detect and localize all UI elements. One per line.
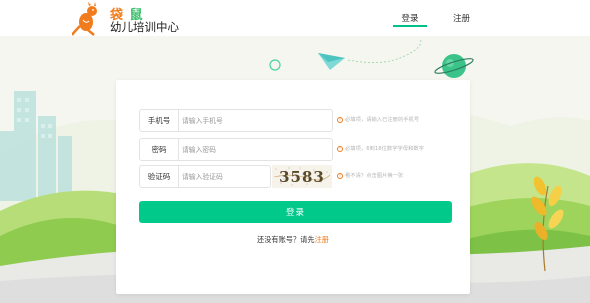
- password-field: 密码: [139, 138, 333, 161]
- phone-input[interactable]: [182, 112, 327, 129]
- captcha-image[interactable]: 3583: [272, 165, 332, 188]
- register-prompt: 还没有账号？请先注册: [257, 235, 329, 244]
- phone-field: 手机号: [139, 109, 333, 132]
- captcha-label: 验证码: [140, 166, 179, 187]
- brand-subtitle: 幼儿培训中心: [110, 20, 179, 34]
- nav-active-underline: [393, 25, 427, 27]
- warning-icon: !: [337, 145, 343, 152]
- captcha-hint: ! 看不清？点击图片换一张: [337, 172, 403, 180]
- nav-login[interactable]: 登录: [393, 12, 427, 27]
- warning-icon: !: [337, 116, 343, 123]
- password-hint: ! 必填项，6到18位数字字母和数字: [337, 145, 424, 153]
- top-header: 袋 鼠 幼儿培训中心 登录 注册: [0, 0, 590, 36]
- nav-register[interactable]: 注册: [453, 12, 470, 24]
- password-input[interactable]: [182, 141, 327, 158]
- login-card: 手机号 !必填项，请输入已注册的手机号 密码 !必填项，6到18位数字字母和数字…: [116, 80, 470, 294]
- site-logo[interactable]: 袋 鼠 幼儿培训中心: [72, 2, 202, 36]
- captcha-input[interactable]: [182, 168, 262, 185]
- phone-label: 手机号: [140, 110, 179, 131]
- phone-hint: ! 必填项，请输入已注册的手机号: [337, 116, 419, 124]
- warning-icon: !: [337, 172, 343, 179]
- captcha-field: 验证码: [139, 165, 271, 188]
- captcha-text: 3583: [279, 168, 325, 186]
- register-link[interactable]: 注册: [315, 235, 329, 244]
- password-label: 密码: [140, 139, 179, 160]
- kangaroo-logo-icon: [72, 2, 97, 36]
- nav-register-link[interactable]: 注册: [453, 14, 470, 24]
- nav-login-link[interactable]: 登录: [401, 14, 418, 24]
- login-button[interactable]: 登录: [139, 201, 452, 223]
